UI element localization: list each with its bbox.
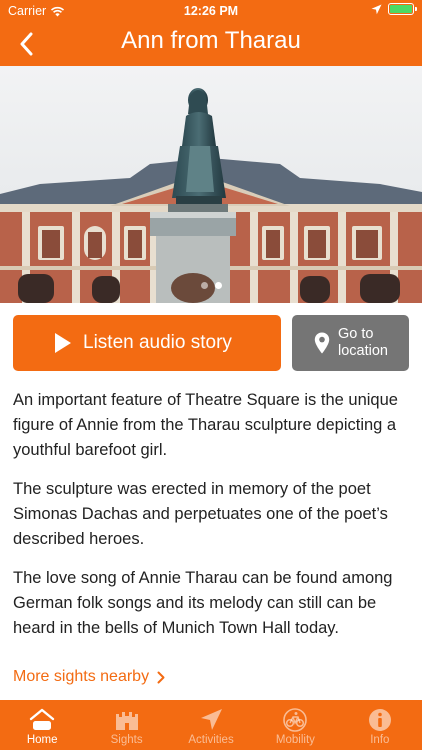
sculpture-photo [0, 66, 422, 303]
go-to-location-button[interactable]: Go to location [292, 315, 409, 371]
go-to-location-line1: Go to [338, 326, 374, 342]
hero-image-carousel[interactable] [0, 66, 422, 303]
chevron-right-icon [157, 671, 165, 683]
tab-home-label: Home [26, 734, 58, 746]
tab-mobility-label: Mobility [275, 734, 315, 746]
tab-home[interactable]: Home [0, 700, 84, 750]
info-icon [368, 709, 391, 731]
sight-description: An important feature of Theatre Square i… [13, 388, 411, 655]
app-header: Carrier 12:26 PM Ann from Tharau [0, 0, 422, 66]
listen-audio-label: Listen audio story [83, 332, 232, 353]
location-services-icon [371, 4, 382, 14]
map-pin-icon [314, 332, 330, 354]
carousel-dot-active[interactable] [214, 282, 222, 289]
navigation-arrow-icon [201, 709, 223, 730]
home-icon [30, 708, 55, 730]
listen-audio-button[interactable]: Listen audio story [13, 315, 281, 371]
more-sights-nearby-link[interactable]: More sights nearby [13, 668, 165, 686]
navigation-bar: Ann from Tharau [0, 22, 422, 66]
status-right [371, 3, 417, 15]
tab-activities-label: Activities [188, 734, 234, 746]
bicycle-icon [283, 708, 308, 732]
battery-icon [388, 3, 417, 15]
page-title: Ann from Tharau [121, 27, 301, 54]
status-time: 12:26 PM [183, 4, 239, 18]
tab-info[interactable]: Info [338, 700, 422, 750]
tab-mobility[interactable]: Mobility [253, 700, 337, 750]
more-sights-label: More sights nearby [13, 668, 150, 685]
back-button[interactable] [8, 26, 44, 62]
go-to-location-line2: location [338, 343, 388, 359]
description-paragraph: The love song of Annie Tharau can be fou… [13, 569, 393, 637]
carousel-indicator [0, 282, 422, 289]
go-to-location-label: Go to location [338, 326, 388, 360]
tab-activities[interactable]: Activities [169, 700, 253, 750]
description-paragraph: The sculpture was erected in memory of t… [13, 480, 388, 548]
castle-icon [115, 712, 138, 730]
play-icon [55, 333, 71, 353]
tab-sights-label: Sights [110, 734, 143, 746]
description-paragraph: An important feature of Theatre Square i… [13, 391, 398, 459]
carousel-dot[interactable] [200, 282, 208, 289]
tab-bar: Home Sights Activities Mobility Info [0, 700, 422, 750]
status-bar: Carrier 12:26 PM [0, 0, 422, 22]
tab-info-label: Info [370, 734, 390, 746]
tab-sights[interactable]: Sights [84, 700, 168, 750]
chevron-left-icon [20, 32, 33, 56]
